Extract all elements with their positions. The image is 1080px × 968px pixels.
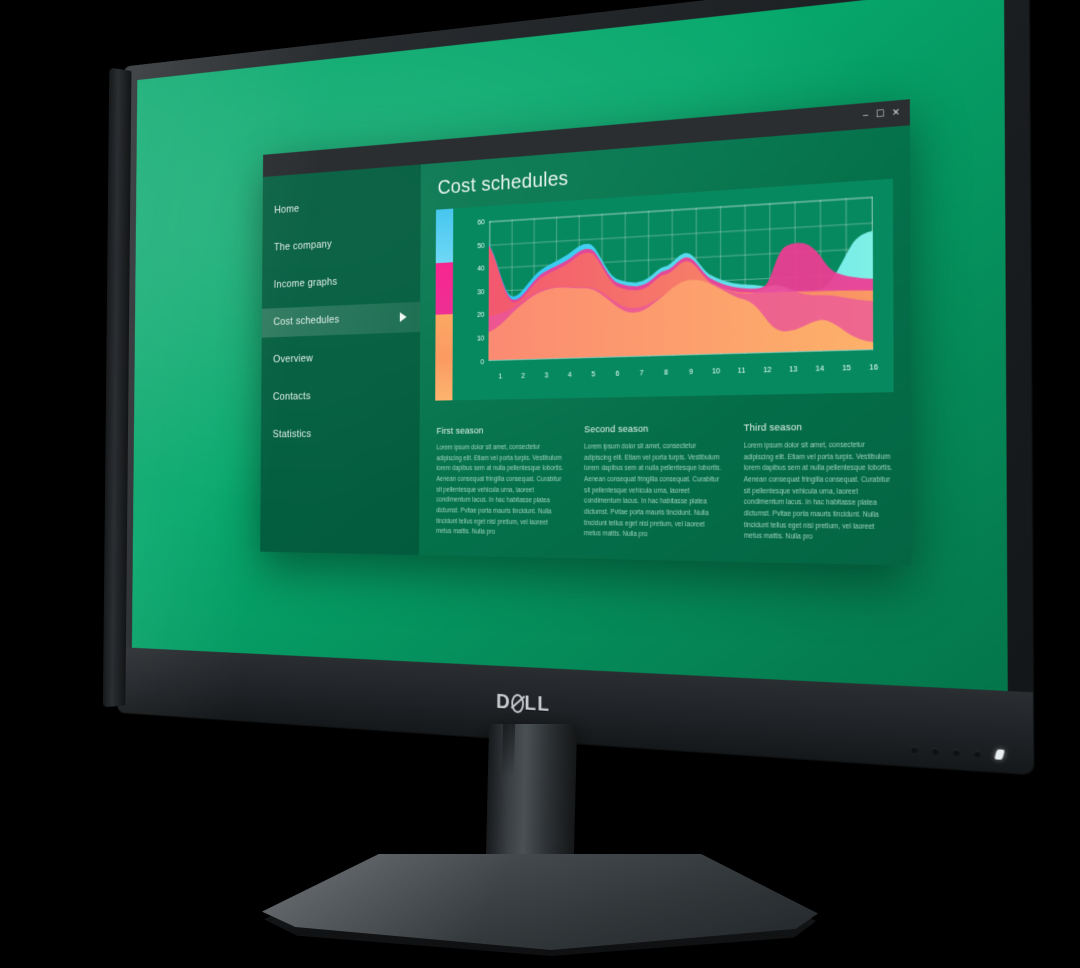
x-tick-label: 9 <box>688 366 693 377</box>
dell-logo-d: D <box>496 689 511 714</box>
season-body: Lorem ipsum dolor sit amet, consectetur … <box>435 443 564 537</box>
series-cyan <box>488 222 874 361</box>
y-tick-label: 0 <box>480 356 485 366</box>
dell-monitor: – ☐ ✕ Home The company Income graphs Cos… <box>102 0 1034 775</box>
maximize-icon[interactable]: ☐ <box>876 108 885 120</box>
y-tick-label: 20 <box>477 309 485 319</box>
sidebar-item-label: Overview <box>273 353 314 366</box>
x-tick-label: 14 <box>815 363 825 374</box>
sidebar-item-the-company[interactable]: The company <box>262 224 420 263</box>
sidebar-item-label: The company <box>273 238 332 254</box>
sidebar-nav: Home The company Income graphs Cost sche… <box>260 164 421 555</box>
osd-button-3[interactable] <box>952 748 960 756</box>
monitor-bezel: – ☐ ✕ Home The company Income graphs Cos… <box>117 0 1034 775</box>
chart-plot-area: 60 50 40 30 20 10 0 1 2 3 4 5 6 7 8 9 10… <box>452 178 893 400</box>
sidebar-item-label: Statistics <box>272 428 312 441</box>
window-body: Home The company Income graphs Cost sche… <box>260 125 911 565</box>
x-tick-label: 13 <box>789 364 798 374</box>
sidebar-item-overview[interactable]: Overview <box>261 340 419 374</box>
series-red <box>488 224 874 361</box>
perspective-scene: – ☐ ✕ Home The company Income graphs Cos… <box>0 0 1080 968</box>
osd-button-group[interactable] <box>911 744 1006 760</box>
series-magenta-inner <box>488 272 874 361</box>
dell-logo: D L L <box>496 690 550 717</box>
x-tick-label: 16 <box>869 362 879 373</box>
osd-button-1[interactable] <box>911 745 918 753</box>
sidebar-item-income-graphs[interactable]: Income graphs <box>262 263 420 300</box>
x-tick-label: 3 <box>544 370 549 380</box>
sidebar-item-home[interactable]: Home <box>262 185 420 225</box>
dell-logo-l1: L <box>524 691 538 716</box>
season-body: Lorem ipsum dolor sit amet, consectetur … <box>743 441 893 542</box>
series-orange <box>488 271 874 361</box>
stand-base-highlight <box>262 854 818 950</box>
series-pink <box>488 223 874 361</box>
y-tick-label: 10 <box>477 333 485 343</box>
cost-schedules-chart: 60 50 40 30 20 10 0 1 2 3 4 5 6 7 8 9 10… <box>434 178 894 401</box>
monitor-screen: – ☐ ✕ Home The company Income graphs Cos… <box>131 0 1008 692</box>
chevron-right-icon <box>399 312 407 323</box>
season-column: First season Lorem ipsum dolor sit amet,… <box>436 424 565 539</box>
y-tick-label: 30 <box>477 286 485 296</box>
x-tick-label: 12 <box>763 364 772 375</box>
main-content: Cost schedules 60 50 40 30 20 10 0 1 2 3… <box>419 125 911 565</box>
x-tick-label: 5 <box>591 369 596 379</box>
season-column: Third season Lorem ipsum dolor sit amet,… <box>744 421 894 546</box>
chart-gradient-legend <box>434 208 453 401</box>
osd-button-2[interactable] <box>931 746 939 755</box>
x-tick-label: 8 <box>664 367 669 377</box>
season-heading: Third season <box>743 421 803 434</box>
sidebar-item-statistics[interactable]: Statistics <box>261 418 420 449</box>
sidebar-item-label: Cost schedules <box>273 314 340 329</box>
x-tick-label: 4 <box>567 369 572 380</box>
chart-canvas <box>488 196 874 361</box>
chart-series-svg <box>488 222 874 361</box>
monitor-stand-base <box>262 854 818 956</box>
osd-button-4[interactable] <box>974 749 981 757</box>
season-column: Second season Lorem ipsum dolor sit amet… <box>584 423 722 543</box>
chart-gridlines <box>488 196 874 361</box>
minimize-icon[interactable]: – <box>863 110 868 121</box>
sidebar-item-contacts[interactable]: Contacts <box>261 379 420 412</box>
y-tick-label: 60 <box>477 217 485 227</box>
sidebar-item-cost-schedules[interactable]: Cost schedules <box>261 301 420 338</box>
x-tick-label: 1 <box>498 371 503 381</box>
season-columns: First season Lorem ipsum dolor sit amet,… <box>434 421 894 546</box>
sidebar-item-label: Contacts <box>272 390 311 403</box>
season-body: Lorem ipsum dolor sit amet, consectetur … <box>584 442 722 539</box>
close-icon[interactable]: ✕ <box>892 107 900 119</box>
x-tick-label: 2 <box>521 371 526 381</box>
y-tick-label: 50 <box>477 240 485 250</box>
power-button-icon[interactable] <box>994 749 1006 760</box>
sidebar-item-label: Home <box>274 203 300 217</box>
season-heading: Second season <box>584 423 649 436</box>
sidebar-item-label: Income graphs <box>273 276 338 291</box>
season-heading: First season <box>436 425 484 437</box>
y-tick-label: 40 <box>477 263 485 273</box>
x-tick-label: 6 <box>615 368 620 378</box>
screenshot-root: – ☐ ✕ Home The company Income graphs Cos… <box>0 0 1080 968</box>
application-window: – ☐ ✕ Home The company Income graphs Cos… <box>260 99 912 566</box>
dell-logo-l2: L <box>537 692 551 717</box>
x-tick-label: 15 <box>842 362 851 373</box>
dell-logo-e <box>510 692 525 714</box>
x-tick-label: 10 <box>712 366 721 376</box>
x-tick-label: 11 <box>737 365 746 376</box>
x-tick-label: 7 <box>639 368 644 378</box>
